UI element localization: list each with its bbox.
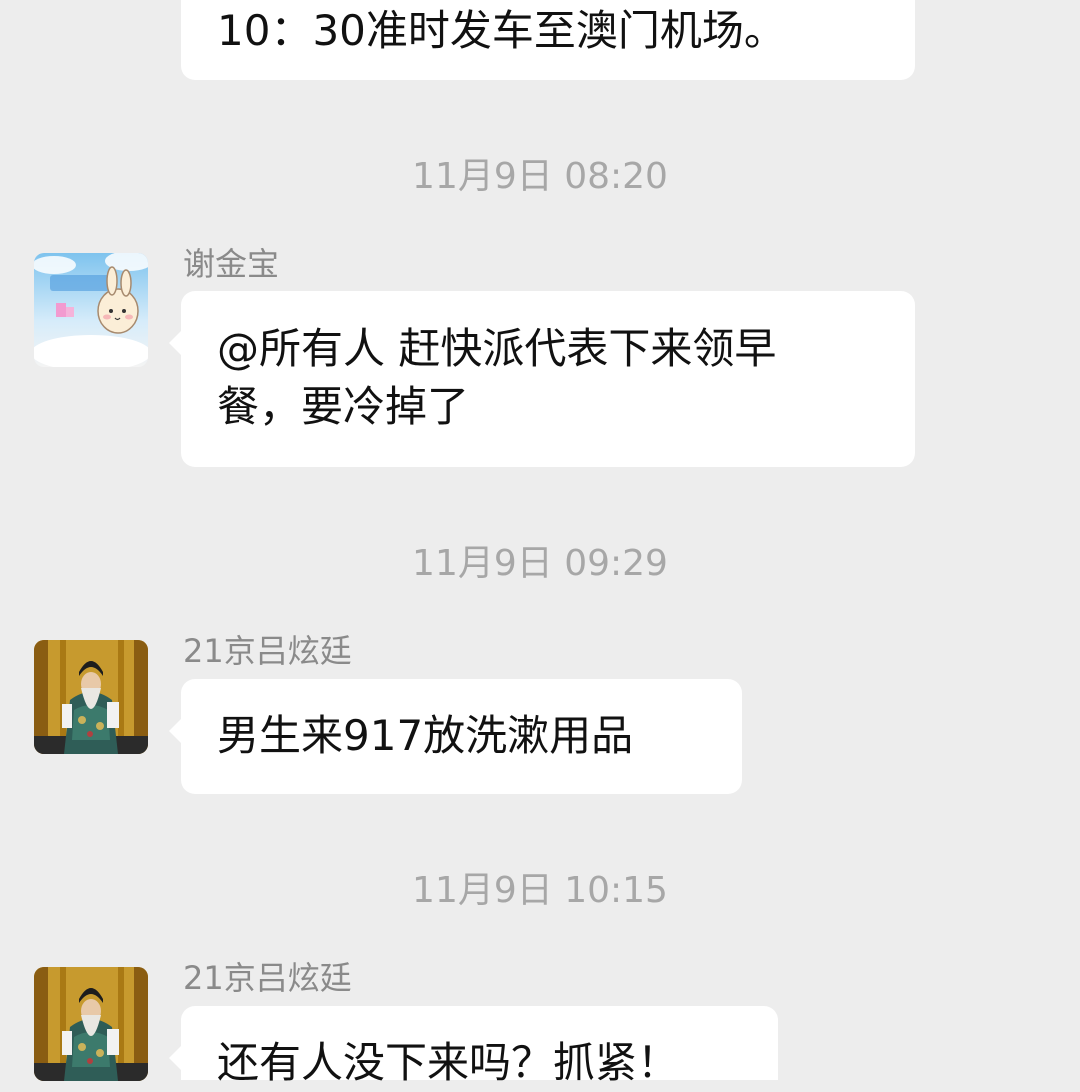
avatar[interactable] <box>34 967 148 1081</box>
sender-name[interactable]: 谢金宝 <box>183 245 279 283</box>
opera-performer-icon <box>34 640 148 754</box>
avatar[interactable] <box>34 253 148 367</box>
message-bubble[interactable]: @所有人 赶快派代表下来领早 餐，要冷掉了 <box>169 291 915 467</box>
message-bubble[interactable]: 还有人没下来吗？抓紧！ <box>169 1006 778 1087</box>
opera-performer-icon <box>34 967 148 1081</box>
message-text: 10：30准时发车至澳门机场。 <box>217 6 786 55</box>
cartoon-bunny-icon <box>34 253 148 367</box>
message-bubble[interactable]: 男生来917放洗漱用品 <box>169 679 742 794</box>
message-text: 男生来917放洗漱用品 <box>217 711 634 760</box>
timestamp: 11月9日 08:20 <box>412 156 668 197</box>
sender-name[interactable]: 21京吕炫廷 <box>183 959 352 997</box>
sender-name[interactable]: 21京吕炫廷 <box>183 632 352 670</box>
timestamp: 11月9日 10:15 <box>412 870 668 911</box>
timestamp: 11月9日 09:29 <box>412 543 668 584</box>
chat-history[interactable]: 10：30准时发车至澳门机场。 11月9日 08:20 谢金宝 @所有人 赶快派… <box>0 0 1080 1087</box>
message-bubble[interactable]: 10：30准时发车至澳门机场。 <box>181 0 915 80</box>
message-text-line: @所有人 赶快派代表下来领早 <box>217 324 777 373</box>
avatar[interactable] <box>34 640 148 754</box>
bubble-tail <box>169 1046 181 1070</box>
bubble-tail <box>169 719 181 743</box>
message-text-line: 餐，要冷掉了 <box>217 382 470 431</box>
bubble-tail <box>169 331 181 355</box>
